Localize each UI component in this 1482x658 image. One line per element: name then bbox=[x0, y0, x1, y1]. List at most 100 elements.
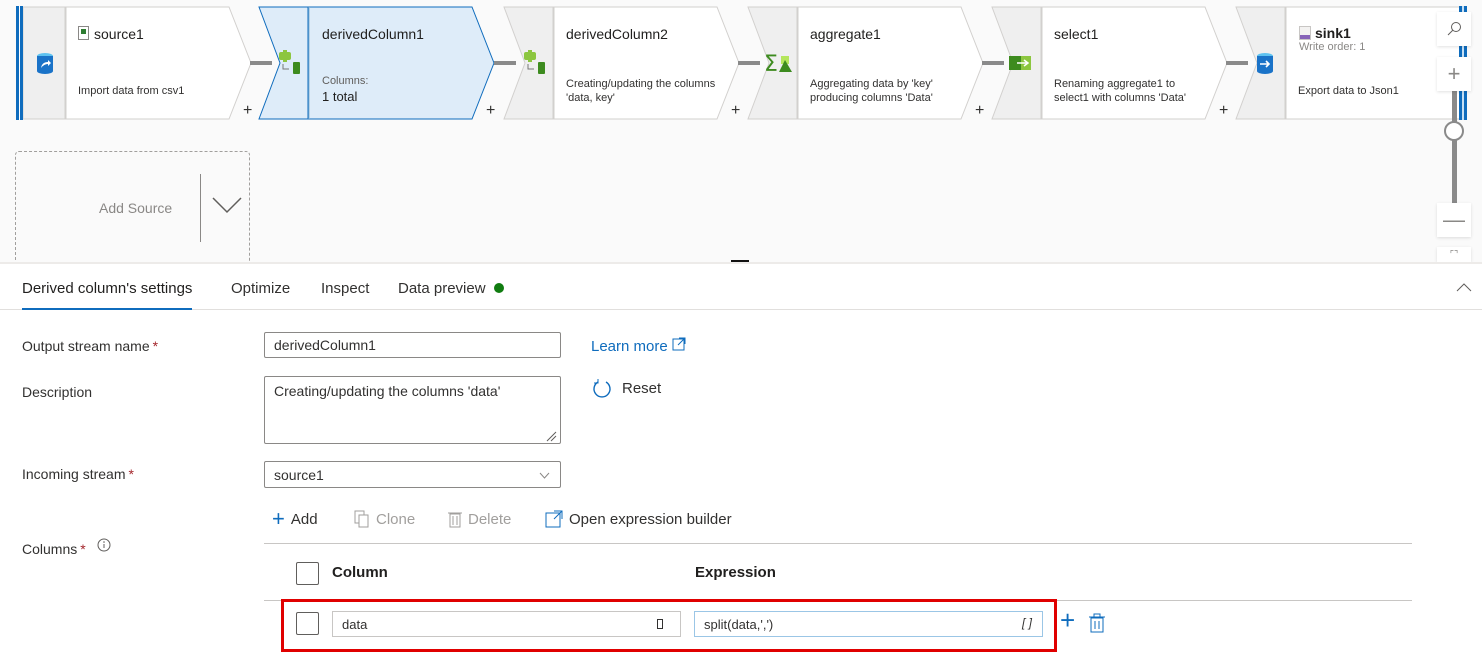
settings-tabs: Derived column's settings Optimize Inspe… bbox=[0, 264, 1482, 310]
chevron-down-icon[interactable] bbox=[212, 196, 242, 214]
incoming-stream-select[interactable]: source1 bbox=[264, 461, 561, 488]
reset-label: Reset bbox=[622, 379, 662, 397]
tab-inspect[interactable]: Inspect bbox=[321, 280, 369, 310]
clone-label: Clone bbox=[376, 510, 416, 528]
highlight-box bbox=[281, 599, 1057, 652]
node-select1[interactable]: select1 Renaming aggregate1 to select1 w… bbox=[991, 6, 1231, 120]
delete-button[interactable]: Delete bbox=[448, 510, 511, 528]
external-link-icon bbox=[672, 337, 686, 351]
add-node-button[interactable]: + bbox=[486, 103, 495, 119]
label-text: Incoming stream bbox=[22, 466, 126, 482]
node-derivedColumn1[interactable]: derivedColumn1 Columns: 1 total + bbox=[258, 6, 498, 120]
canvas-search-button[interactable] bbox=[1437, 12, 1471, 46]
external-link-icon bbox=[545, 510, 563, 528]
add-node-button[interactable]: + bbox=[243, 103, 252, 119]
open-builder-label: Open expression builder bbox=[569, 510, 732, 528]
derived-column-icon bbox=[270, 6, 310, 120]
column-header-column: Column bbox=[332, 564, 388, 581]
node-title: select1 bbox=[1054, 26, 1099, 42]
node-title: derivedColumn1 bbox=[322, 26, 424, 42]
reset-button[interactable]: Reset bbox=[592, 378, 661, 398]
resize-grip-icon[interactable] bbox=[545, 430, 557, 442]
node-derivedColumn2[interactable]: derivedColumn2 Creating/updating the col… bbox=[503, 6, 743, 120]
settings-panel: Derived column's settings Optimize Inspe… bbox=[0, 262, 1482, 658]
node-description: producing columns 'Data' bbox=[810, 92, 933, 104]
column-header-expression: Expression bbox=[695, 564, 776, 581]
sink-json-icon bbox=[1299, 26, 1311, 40]
node-title: source1 bbox=[94, 26, 144, 42]
source-selection-bar bbox=[16, 6, 23, 120]
add-source-button[interactable]: Add Source bbox=[15, 151, 250, 262]
add-node-button[interactable]: + bbox=[731, 103, 740, 119]
tab-derived-column-settings[interactable]: Derived column's settings bbox=[22, 280, 193, 310]
node-description: Import data from csv1 bbox=[78, 85, 185, 97]
open-expression-builder-button[interactable]: Open expression builder bbox=[545, 510, 732, 528]
add-node-button[interactable]: + bbox=[975, 103, 984, 119]
label-text: Output stream name bbox=[22, 338, 150, 354]
learn-more-link[interactable]: Learn more bbox=[591, 337, 686, 355]
plus-icon: + bbox=[272, 506, 285, 531]
tab-data-preview[interactable]: Data preview bbox=[398, 280, 504, 310]
sink-database-icon bbox=[1245, 6, 1285, 120]
delete-row-icon[interactable] bbox=[1089, 613, 1105, 633]
add-source-label: Add Source bbox=[99, 200, 173, 216]
zoom-slider-track[interactable] bbox=[1452, 88, 1457, 206]
node-description: Aggregating data by 'key' bbox=[810, 78, 933, 90]
clone-button[interactable]: Clone bbox=[354, 510, 415, 528]
node-source1[interactable]: source1 Import data from csv1 + bbox=[23, 6, 253, 120]
zoom-slider-thumb[interactable] bbox=[1444, 121, 1464, 141]
chevron-up-icon[interactable] bbox=[1456, 282, 1472, 292]
derived-column-icon bbox=[515, 6, 555, 120]
required-marker: * bbox=[128, 466, 134, 482]
required-marker: * bbox=[80, 541, 86, 557]
selected-value: source1 bbox=[274, 467, 324, 483]
source-database-icon bbox=[25, 6, 65, 120]
description-textarea[interactable]: Creating/updating the columns 'data' bbox=[264, 376, 561, 444]
add-node-button[interactable]: + bbox=[1219, 103, 1228, 119]
node-description: Creating/updating the columns bbox=[566, 78, 716, 90]
node-description: Renaming aggregate1 to bbox=[1054, 78, 1176, 90]
description-label: Description bbox=[22, 384, 93, 400]
node-title: derivedColumn2 bbox=[566, 26, 668, 42]
add-row-button[interactable]: + bbox=[1060, 607, 1075, 633]
node-description: select1 with columns 'Data' bbox=[1054, 92, 1186, 104]
reset-icon bbox=[593, 379, 611, 398]
output-stream-name-label: Output stream name * bbox=[22, 338, 158, 354]
fit-to-screen-button[interactable]: ⌜⌝ bbox=[1437, 247, 1471, 262]
columns-label: Columns * bbox=[22, 538, 111, 557]
chevron-down-icon bbox=[539, 472, 550, 479]
info-icon[interactable] bbox=[97, 538, 111, 552]
clone-icon bbox=[354, 510, 369, 528]
select-icon bbox=[1001, 6, 1041, 120]
dataflow-canvas[interactable]: source1 Import data from csv1 + derivedC… bbox=[0, 0, 1482, 262]
add-label: Add bbox=[290, 510, 318, 528]
tab-label: Data preview bbox=[398, 280, 486, 297]
tab-optimize[interactable]: Optimize bbox=[231, 280, 290, 310]
delete-icon bbox=[448, 512, 462, 528]
search-icon bbox=[1447, 22, 1461, 36]
incoming-stream-label: Incoming stream * bbox=[22, 466, 134, 482]
node-column-count: 1 total bbox=[322, 89, 358, 104]
delete-label: Delete bbox=[468, 510, 512, 528]
svg-text:Σ: Σ bbox=[764, 52, 778, 74]
divider bbox=[200, 174, 201, 242]
node-aggregate1[interactable]: Σ aggregate1 Aggregating data by 'key' p… bbox=[747, 6, 987, 120]
node-sink1[interactable]: sink1 Write order: 1 Export data to Json… bbox=[1235, 6, 1465, 120]
required-marker: * bbox=[152, 338, 159, 354]
status-dot-icon bbox=[493, 283, 504, 293]
zoom-out-button[interactable]: — bbox=[1437, 203, 1471, 237]
aggregate-icon: Σ bbox=[759, 6, 799, 120]
select-all-checkbox[interactable] bbox=[296, 562, 319, 585]
output-stream-name-input[interactable]: derivedColumn1 bbox=[264, 332, 561, 358]
add-column-button[interactable]: + Add bbox=[272, 506, 318, 531]
divider bbox=[264, 543, 1412, 544]
link-text: Learn more bbox=[591, 338, 668, 355]
node-description: Columns: bbox=[322, 75, 369, 87]
node-title: aggregate1 bbox=[810, 26, 881, 42]
source-csv-icon bbox=[78, 26, 89, 40]
plus-icon: + bbox=[1447, 61, 1461, 86]
fit-icon: ⌜⌝ bbox=[1449, 249, 1459, 259]
zoom-in-button[interactable]: + bbox=[1437, 57, 1471, 91]
node-description: 'data, key' bbox=[566, 92, 615, 104]
node-title: sink1 bbox=[1315, 25, 1351, 41]
